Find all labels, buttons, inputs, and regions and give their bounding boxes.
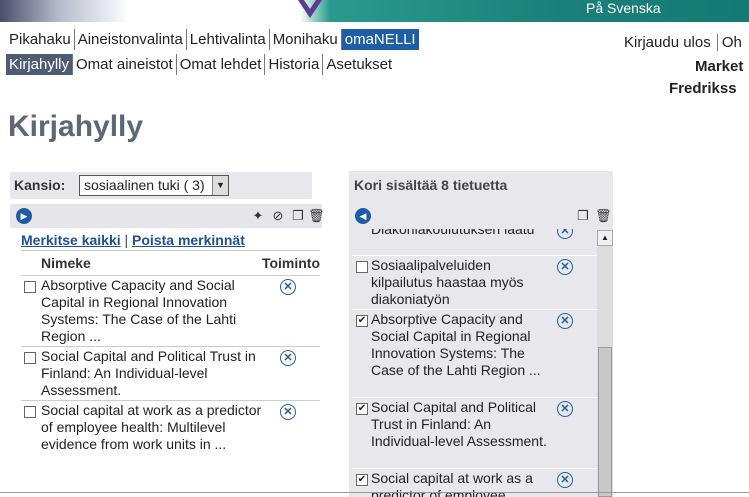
- scroll-thumb[interactable]: [598, 347, 612, 497]
- cart-item-checkbox[interactable]: ✔: [356, 474, 368, 486]
- cart-item-checkbox[interactable]: ✔: [356, 403, 368, 415]
- list-item: Absorptive Capacity and Social Capital i…: [21, 276, 320, 347]
- nelli-logo-icon: [298, 0, 322, 18]
- cart-list: Diakoniakoulutuksen laatu ✕ Sosiaalipalv…: [352, 229, 599, 497]
- logo-text[interactable]: NELLI: [140, 1, 180, 17]
- help-link[interactable]: Oh: [716, 34, 742, 51]
- cart-item: ✔ Social Capital and Political Trust in …: [352, 398, 599, 469]
- item-title[interactable]: Social Capital and Political Trust in Fi…: [41, 348, 263, 399]
- subnav-asetukset[interactable]: Asetukset: [323, 54, 395, 75]
- tag-icon[interactable]: ⊘: [270, 208, 286, 224]
- top-banner: NELLI På Svenska: [0, 0, 749, 22]
- list-item: Social capital at work as a predictor of…: [21, 401, 320, 471]
- trash-icon[interactable]: 🗑: [595, 208, 612, 224]
- column-title-header: Nimeke: [41, 255, 91, 271]
- unmark-link[interactable]: Poista merkinnät: [132, 232, 245, 248]
- circle-x-icon[interactable]: ✕: [280, 404, 296, 420]
- cart-item: ✔ Absorptive Capacity and Social Capital…: [352, 310, 599, 398]
- language-link[interactable]: På Svenska: [586, 0, 661, 16]
- circle-x-icon[interactable]: ✕: [557, 401, 573, 417]
- folder-panel: Kansio: sosiaalinen tuki ( 3) ▼ ▶ ✦ ⊘ ❐ …: [10, 172, 325, 497]
- folder-bar: Kansio: sosiaalinen tuki ( 3) ▼: [10, 172, 312, 199]
- circle-x-icon[interactable]: ✕: [557, 472, 573, 488]
- cart-item-checkbox[interactable]: [356, 261, 368, 273]
- bottom-divider: [0, 492, 749, 493]
- nav-aineistonvalinta[interactable]: Aineistonvalinta: [75, 29, 187, 50]
- new-folder-icon[interactable]: ✦: [250, 208, 266, 224]
- user-name-line1: Market: [695, 58, 744, 75]
- item-checkbox[interactable]: [24, 406, 36, 418]
- folder-select[interactable]: sosiaalinen tuki ( 3) ▼: [79, 175, 229, 196]
- main-nav: Pikahaku Aineistonvalinta Lehtivalinta M…: [6, 29, 419, 50]
- subnav-historia[interactable]: Historia: [265, 54, 324, 75]
- list-item: Social Capital and Political Trust in Fi…: [21, 347, 320, 401]
- item-checkbox[interactable]: [24, 352, 36, 364]
- subnav-omat-lehdet[interactable]: Omat lehdet: [177, 54, 266, 75]
- copy-icon[interactable]: ❐: [575, 208, 591, 224]
- cart-toolbar: ◀ ❐ 🗑: [349, 203, 613, 227]
- cart-panel: Kori sisältää 8 tietuetta ◀ ❐ 🗑 Diakonia…: [349, 171, 613, 497]
- circle-arrow-right-icon[interactable]: ▶: [16, 208, 32, 224]
- circle-x-icon[interactable]: ✕: [557, 229, 573, 239]
- user-links: Kirjaudu ulos Oh: [624, 34, 742, 51]
- nav-pikahaku[interactable]: Pikahaku: [6, 29, 75, 50]
- item-title[interactable]: Social capital at work as a predictor of…: [41, 402, 263, 453]
- circle-arrow-left-icon[interactable]: ◀: [355, 208, 371, 224]
- trash-icon[interactable]: 🗑: [308, 208, 325, 224]
- scroll-up-arrow-icon[interactable]: ▲: [597, 230, 613, 246]
- cart-item: Diakoniakoulutuksen laatu ✕: [352, 229, 599, 256]
- circle-x-icon[interactable]: ✕: [557, 313, 573, 329]
- copy-icon[interactable]: ❐: [290, 208, 306, 224]
- folder-label: Kansio:: [14, 177, 66, 193]
- subnav-omat-aineistot[interactable]: Omat aineistot: [73, 54, 177, 75]
- circle-x-icon[interactable]: ✕: [557, 259, 573, 275]
- mark-links-separator: |: [124, 232, 129, 248]
- subnav-kirjahylly[interactable]: Kirjahylly: [6, 54, 74, 75]
- folder-toolbar: ▶ ✦ ⊘ ❐ 🗑: [10, 204, 325, 228]
- cart-title: Kori sisältää 8 tietuetta: [354, 177, 508, 193]
- folder-select-value: sosiaalinen tuki ( 3): [84, 177, 205, 193]
- sub-nav: Kirjahylly Omat aineistot Omat lehdet Hi…: [6, 54, 395, 75]
- cart-item-title[interactable]: Diakoniakoulutuksen laatu: [371, 229, 551, 238]
- mark-links: Merkitse kaikki | Poista merkinnät: [21, 232, 245, 248]
- cart-item-title[interactable]: Absorptive Capacity and Social Capital i…: [371, 311, 551, 379]
- mark-all-link[interactable]: Merkitse kaikki: [21, 232, 121, 248]
- circle-x-icon[interactable]: ✕: [280, 279, 296, 295]
- cart-item-title[interactable]: Sosiaalipalveluiden kilpailutus haastaa …: [371, 257, 551, 308]
- logout-link[interactable]: Kirjaudu ulos: [624, 34, 711, 51]
- page-title: Kirjahylly: [8, 110, 144, 143]
- user-name-line2: Fredrikss: [669, 80, 737, 97]
- nav-monihaku[interactable]: Monihaku: [270, 29, 342, 50]
- circle-x-icon[interactable]: ✕: [280, 350, 296, 366]
- item-checkbox[interactable]: [24, 281, 36, 293]
- nav-omanelli[interactable]: omaNELLI: [341, 29, 419, 50]
- nav-lehtivalinta[interactable]: Lehtivalinta: [187, 29, 270, 50]
- cart-item-checkbox[interactable]: ✔: [356, 315, 368, 327]
- list-header: Nimeke Toiminto: [21, 250, 320, 276]
- cart-item-title[interactable]: Social Capital and Political Trust in Fi…: [371, 399, 551, 450]
- item-title[interactable]: Absorptive Capacity and Social Capital i…: [41, 277, 263, 345]
- cart-item: Sosiaalipalveluiden kilpailutus haastaa …: [352, 256, 599, 310]
- chevron-down-icon[interactable]: ▼: [212, 176, 228, 195]
- cart-scrollbar[interactable]: ▲: [597, 230, 613, 497]
- column-action-header: Toiminto: [261, 255, 320, 271]
